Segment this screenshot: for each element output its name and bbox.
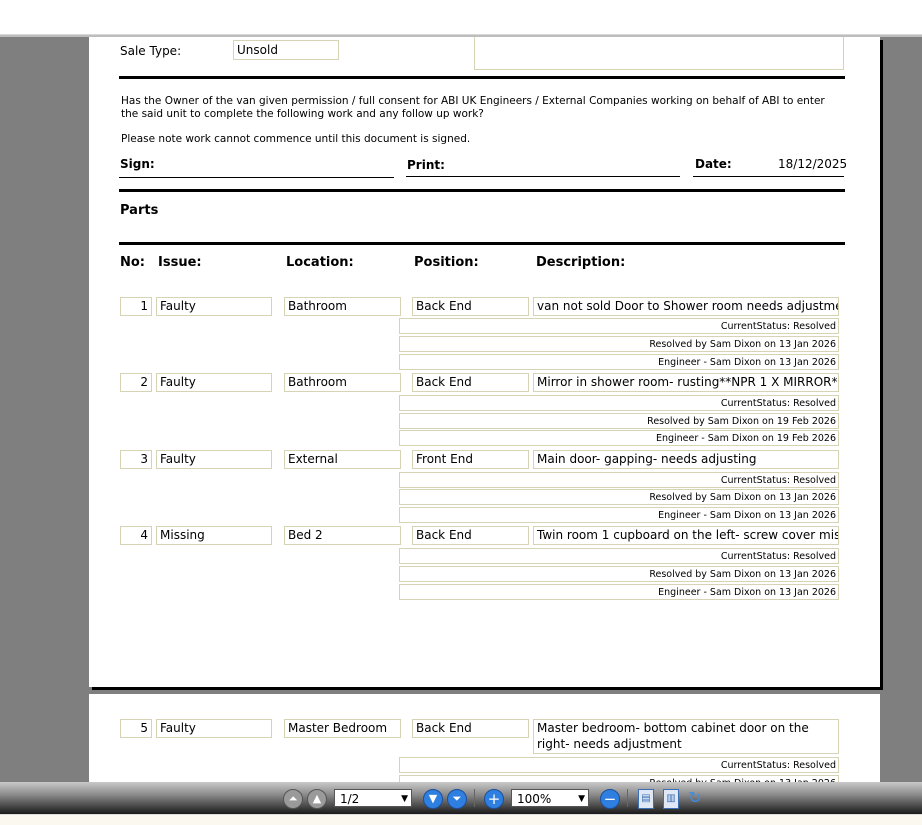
description-field[interactable]: Mirror in shower room- rusting**NPR 1 X … <box>533 373 839 392</box>
engineer-note: Engineer - Sam Dixon on 13 Jan 2026 <box>399 507 839 523</box>
row-number: 5 <box>120 719 152 738</box>
zoom-in-icon[interactable]: + <box>484 789 504 809</box>
resolved-by: Resolved by Sam Dixon on 13 Jan 2026 <box>399 336 839 352</box>
chevron-down-icon: ▼ <box>401 794 408 804</box>
issue-field[interactable]: Faulty <box>156 450 272 469</box>
print-label: Print: <box>407 158 445 172</box>
row-number: 1 <box>120 297 152 316</box>
section-divider <box>119 76 845 79</box>
header-location: Location: <box>286 255 354 270</box>
engineer-note: Engineer - Sam Dixon on 13 Jan 2026 <box>399 584 839 600</box>
location-field[interactable]: Bathroom <box>284 297 401 316</box>
pdf-viewer-toolbar: ⏶ ▲ 1/2 ▼ ▼ ⏷ + 100% ▼ − ▤ ▥ ↻ <box>0 782 922 814</box>
engineer-note: Engineer - Sam Dixon on 13 Jan 2026 <box>399 354 839 370</box>
row-number: 3 <box>120 450 152 469</box>
previous-page-icon[interactable]: ▲ <box>307 789 327 809</box>
row-number: 4 <box>120 526 152 545</box>
location-field[interactable]: Bathroom <box>284 373 401 392</box>
position-field[interactable]: Back End <box>412 719 529 738</box>
description-field[interactable]: Twin room 1 cupboard on the left- screw … <box>533 526 839 545</box>
toolbar-separator <box>474 789 475 807</box>
consent-text: Has the Owner of the van given permissio… <box>121 95 825 120</box>
resolved-by: Resolved by Sam Dixon on 13 Jan 2026 <box>399 566 839 582</box>
current-status: CurrentStatus: Resolved <box>399 318 839 334</box>
issue-field[interactable]: Faulty <box>156 373 272 392</box>
sale-type-field[interactable]: Unsold <box>233 40 339 60</box>
date-value: 18/12/2025 <box>778 157 848 171</box>
last-page-icon[interactable]: ⏷ <box>447 789 467 809</box>
chevron-down-icon: ▼ <box>578 794 585 804</box>
empty-info-box <box>474 37 844 70</box>
zoom-select-value: 100% <box>517 792 552 806</box>
row-number: 2 <box>120 373 152 392</box>
resolved-by: Resolved by Sam Dixon on 19 Feb 2026 <box>399 413 839 429</box>
document-page-1: Sale Type: Unsold Has the Owner of the v… <box>89 37 880 687</box>
current-status: CurrentStatus: Resolved <box>399 472 839 488</box>
issue-field[interactable]: Faulty <box>156 297 272 316</box>
position-field[interactable]: Back End <box>412 526 529 545</box>
current-status: CurrentStatus: Resolved <box>399 757 839 773</box>
position-field[interactable]: Back End <box>412 297 529 316</box>
status-strip <box>0 814 922 825</box>
header-no: No: <box>120 255 146 270</box>
date-line <box>693 176 844 177</box>
zoom-select[interactable]: 100% ▼ <box>511 789 589 807</box>
notice-text: Please note work cannot commence until t… <box>121 133 471 145</box>
description-field[interactable]: van not sold Door to Shower room needs a… <box>533 297 839 316</box>
toolbar-separator <box>627 789 628 807</box>
header-issue: Issue: <box>158 255 202 270</box>
browser-top-bar <box>0 0 922 35</box>
parts-heading: Parts <box>120 203 159 218</box>
next-page-icon[interactable]: ▼ <box>423 789 443 809</box>
rotate-icon[interactable]: ↻ <box>686 789 704 807</box>
location-field[interactable]: Bed 2 <box>284 526 401 545</box>
sale-type-label: Sale Type: <box>120 44 182 58</box>
description-field[interactable]: Main door- gapping- needs adjusting <box>533 450 839 469</box>
description-field[interactable]: Master bedroom- bottom cabinet door on t… <box>533 719 839 754</box>
position-field[interactable]: Front End <box>412 450 529 469</box>
issue-field[interactable]: Faulty <box>156 719 272 738</box>
date-label: Date: <box>695 157 732 171</box>
continuous-page-icon[interactable]: ▥ <box>663 789 679 809</box>
sign-label: Sign: <box>120 157 155 171</box>
resolved-by: Resolved by Sam Dixon on 13 Jan 2026 <box>399 489 839 505</box>
location-field[interactable]: Master Bedroom <box>284 719 401 738</box>
current-status: CurrentStatus: Resolved <box>399 395 839 411</box>
single-page-icon[interactable]: ▤ <box>638 789 654 809</box>
zoom-out-icon[interactable]: − <box>600 789 620 809</box>
page-select[interactable]: 1/2 ▼ <box>334 789 412 807</box>
location-field[interactable]: External <box>284 450 401 469</box>
current-status: CurrentStatus: Resolved <box>399 548 839 564</box>
first-page-icon[interactable]: ⏶ <box>283 789 303 809</box>
header-description: Description: <box>536 255 626 270</box>
section-divider-2 <box>119 189 845 192</box>
sign-line[interactable] <box>119 177 394 178</box>
engineer-note: Engineer - Sam Dixon on 19 Feb 2026 <box>399 430 839 446</box>
position-field[interactable]: Back End <box>412 373 529 392</box>
print-line[interactable] <box>406 176 680 177</box>
section-divider-3 <box>119 242 845 245</box>
issue-field[interactable]: Missing <box>156 526 272 545</box>
header-position: Position: <box>414 255 479 270</box>
page-select-value: 1/2 <box>340 792 360 806</box>
